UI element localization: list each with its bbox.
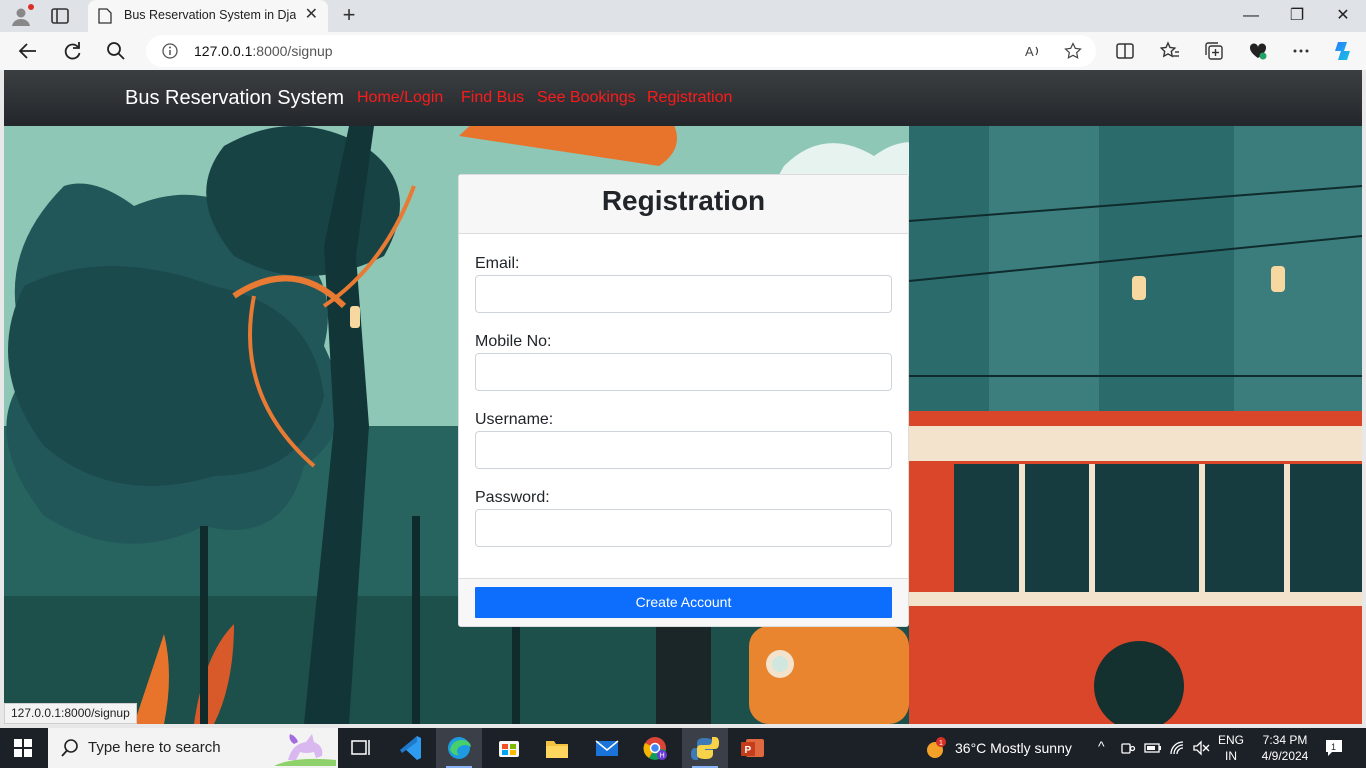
powerpoint-icon[interactable]: P: [730, 728, 776, 768]
search-icon[interactable]: [105, 40, 127, 62]
weather-badge: 1: [939, 740, 943, 747]
windows-taskbar: Type here to search H P 1 36°C Mostly su…: [0, 728, 1366, 768]
card-header: Registration: [459, 175, 908, 234]
file-explorer-icon[interactable]: [534, 728, 580, 768]
favorite-star-icon[interactable]: [1064, 42, 1082, 60]
restore-button[interactable]: ❐: [1274, 0, 1320, 32]
python-icon: [691, 737, 719, 760]
search-placeholder: Type here to search: [88, 739, 221, 756]
region-code[interactable]: IN: [1216, 749, 1246, 763]
nav-link-home-login[interactable]: Home/Login: [357, 89, 443, 107]
show-hidden-icons-chevron-icon[interactable]: ^: [1098, 738, 1105, 754]
notification-center-icon[interactable]: 1: [1324, 738, 1346, 758]
refresh-icon[interactable]: [61, 40, 83, 62]
password-label: Password:: [475, 489, 550, 506]
weather-sunny-icon: 1: [927, 737, 946, 758]
status-bar-url: 127.0.0.1:8000/signup: [4, 703, 137, 724]
collections-icon[interactable]: [1204, 41, 1224, 61]
task-view-icon[interactable]: [338, 728, 384, 768]
edge-icon: [448, 737, 471, 759]
tab-actions-icon[interactable]: [50, 6, 70, 26]
browser-essentials-icon[interactable]: [1248, 41, 1268, 61]
battery-icon[interactable]: [1144, 740, 1162, 756]
browser-tabstrip: Bus Reservation System in Django ✕ + — ❐…: [0, 0, 1366, 32]
registration-card: Registration Email: Mobile No: Username:…: [458, 174, 909, 627]
new-tab-button[interactable]: +: [338, 4, 360, 26]
page-title: Registration: [601, 185, 766, 216]
back-arrow-icon[interactable]: [17, 40, 39, 62]
card-footer: Create Account: [459, 578, 908, 626]
unicorn-search-highlight-icon: [274, 734, 336, 766]
site-info-icon[interactable]: [162, 43, 178, 59]
url-text[interactable]: 127.0.0.1:8000/signup: [194, 43, 333, 59]
password-field[interactable]: [475, 509, 892, 547]
mail-icon[interactable]: [584, 728, 630, 768]
chrome-icon[interactable]: H: [632, 728, 678, 768]
taskbar-search[interactable]: Type here to search: [48, 728, 338, 768]
clock-date[interactable]: 4/9/2024: [1254, 749, 1316, 763]
address-bar[interactable]: 127.0.0.1:8000/signup A: [146, 35, 1096, 67]
windows-start-icon[interactable]: [14, 739, 32, 757]
mobile-field[interactable]: [475, 353, 892, 391]
weather-text[interactable]: 36°C Mostly sunny: [955, 740, 1072, 756]
svg-text:H: H: [660, 753, 665, 760]
favorites-icon[interactable]: [1160, 41, 1180, 61]
read-aloud-icon[interactable]: A: [1024, 42, 1042, 60]
clock-time[interactable]: 7:34 PM: [1254, 733, 1316, 747]
tab-title: Bus Reservation System in Django: [124, 8, 296, 22]
vscode-icon[interactable]: [388, 728, 434, 768]
search-icon: [61, 739, 78, 757]
language-code[interactable]: ENG: [1216, 733, 1246, 747]
microsoft-store-icon[interactable]: [486, 728, 532, 768]
svg-text:P: P: [745, 745, 752, 756]
create-account-button[interactable]: Create Account: [475, 587, 892, 618]
username-label: Username:: [475, 411, 554, 428]
web-page: Bus Reservation System Home/Login Find B…: [4, 70, 1362, 724]
copilot-icon[interactable]: [1332, 39, 1356, 63]
profile-alert-dot: [28, 4, 34, 10]
split-screen-icon[interactable]: [1115, 41, 1135, 61]
svg-text:A: A: [1025, 44, 1034, 59]
edge-taskbar-button[interactable]: [436, 728, 482, 768]
mobile-label: Mobile No:: [475, 333, 552, 350]
wifi-icon[interactable]: [1169, 740, 1187, 756]
close-window-button[interactable]: ✕: [1320, 0, 1366, 32]
python-taskbar-button[interactable]: [682, 728, 728, 768]
nav-link-registration[interactable]: Registration: [647, 89, 732, 107]
username-field[interactable]: [475, 431, 892, 469]
meet-now-icon[interactable]: [1120, 740, 1136, 756]
site-navbar: Bus Reservation System Home/Login Find B…: [4, 70, 1362, 126]
nav-link-find-bus[interactable]: Find Bus: [461, 89, 524, 107]
site-brand[interactable]: Bus Reservation System: [125, 87, 344, 110]
volume-muted-icon[interactable]: [1192, 740, 1210, 756]
active-tab[interactable]: Bus Reservation System in Django ✕: [88, 0, 328, 32]
minimize-button[interactable]: —: [1228, 0, 1274, 32]
email-field[interactable]: [475, 275, 892, 313]
notification-count: 1: [1331, 742, 1336, 752]
browser-toolbar: 127.0.0.1:8000/signup A: [0, 32, 1366, 70]
email-label: Email:: [475, 255, 520, 272]
nav-link-see-bookings[interactable]: See Bookings: [537, 89, 636, 107]
close-tab-icon[interactable]: ✕: [305, 7, 318, 23]
more-options-icon[interactable]: [1291, 41, 1311, 61]
page-icon: [98, 8, 112, 24]
